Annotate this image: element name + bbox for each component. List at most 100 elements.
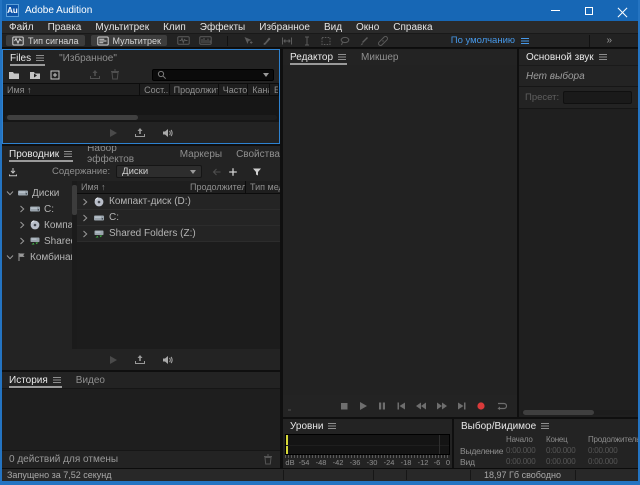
spot-healing-tool-icon[interactable] (378, 36, 388, 46)
paintbrush-tool-icon[interactable] (359, 36, 369, 46)
multitrack-view-button[interactable]: Мультитрек (91, 35, 167, 46)
editor-canvas[interactable] (283, 65, 517, 395)
panel-menu-icon[interactable] (337, 52, 347, 62)
chevron-down-icon[interactable] (6, 189, 14, 197)
panel-menu-icon[interactable] (52, 375, 62, 385)
insert-into-multitrack-icon[interactable] (89, 69, 101, 80)
tab-levels[interactable]: Уровни (290, 419, 337, 433)
panel-menu-icon[interactable] (598, 52, 608, 62)
tab-effects-rack[interactable]: Набор эффектов (87, 146, 166, 162)
menu-file[interactable]: Файл (2, 21, 41, 34)
minimize-button[interactable] (538, 0, 572, 21)
menu-edit[interactable]: Правка (41, 21, 89, 34)
files-hscrollbar[interactable] (5, 115, 277, 120)
panel-menu-icon[interactable] (327, 421, 337, 431)
menu-view[interactable]: Вид (317, 21, 349, 34)
chevron-right-icon[interactable] (18, 221, 26, 229)
tree-item-cd-drive[interactable]: Компакт-диск (D:) (2, 217, 72, 233)
clear-history-icon[interactable] (263, 454, 273, 465)
lasso-selection-tool-icon[interactable] (340, 36, 350, 46)
files-export-icon[interactable] (134, 127, 146, 138)
content-dropdown[interactable]: Диски (116, 165, 202, 178)
tree-vscrollbar-thumb[interactable] (72, 185, 77, 215)
column-samplerate[interactable]: Частота (219, 84, 249, 95)
back-arrow-icon[interactable] (212, 167, 222, 177)
fast-forward-button[interactable] (436, 401, 448, 411)
menu-multitrack[interactable]: Мультитрек (88, 21, 156, 34)
tab-essential-sound[interactable]: Основной звук (526, 49, 608, 65)
column-duration[interactable]: Продолжительн... (170, 84, 219, 95)
tab-selection-view[interactable]: Выбор/Видимое (461, 419, 550, 433)
marquee-selection-tool-icon[interactable] (321, 36, 331, 46)
search-input[interactable] (152, 69, 274, 81)
tab-favorites[interactable]: "Избранное" (59, 50, 117, 66)
record-button[interactable] (476, 401, 486, 411)
chevron-right-icon[interactable] (81, 198, 89, 206)
time-selection-tool-icon[interactable] (302, 36, 312, 46)
skip-to-end-button[interactable] (457, 401, 467, 411)
loop-playback-button[interactable] (495, 401, 507, 411)
tab-media-browser[interactable]: Проводник (9, 146, 73, 162)
column-name[interactable]: Имя ↑ (77, 181, 186, 193)
files-play-icon[interactable] (108, 128, 118, 138)
tree-item-c-drive[interactable]: C: (2, 201, 72, 217)
view-start-value[interactable]: 0:00.000 (506, 457, 546, 466)
tree-item-shortcuts[interactable]: Комбинация (2, 249, 72, 265)
essential-hscrollbar[interactable] (521, 410, 636, 415)
slip-tool-icon[interactable] (281, 36, 293, 46)
search-options-caret-icon[interactable] (263, 73, 269, 77)
tree-item-drives[interactable]: Диски (2, 185, 72, 201)
selection-start-value[interactable]: 0:00.000 (506, 446, 546, 455)
tree-vscrollbar[interactable] (72, 181, 77, 349)
stop-button[interactable] (339, 401, 349, 411)
open-file-icon[interactable] (8, 70, 20, 80)
tab-properties[interactable]: Свойства (236, 146, 280, 162)
chevron-right-icon[interactable] (18, 205, 26, 213)
menu-clip[interactable]: Клип (156, 21, 193, 34)
skip-to-start-button[interactable] (396, 401, 406, 411)
menu-favorites[interactable]: Избранное (252, 21, 317, 34)
view-end-value[interactable]: 0:00.000 (546, 457, 588, 466)
pause-button[interactable] (377, 401, 387, 411)
play-button[interactable] (358, 401, 368, 411)
waveform-display-icon[interactable] (177, 36, 190, 45)
move-tool-icon[interactable] (243, 36, 253, 46)
column-bitdepth[interactable]: Би (270, 84, 279, 95)
menu-window[interactable]: Окно (349, 21, 386, 34)
files-hscrollbar-thumb[interactable] (7, 115, 138, 120)
preset-dropdown[interactable] (563, 91, 632, 104)
tab-mixer[interactable]: Микшер (361, 49, 398, 65)
selection-duration-value[interactable]: 0:00.000 (588, 446, 638, 455)
panel-menu-icon[interactable] (63, 149, 73, 159)
panel-menu-icon[interactable] (540, 421, 550, 431)
view-duration-value[interactable]: 0:00.000 (588, 457, 638, 466)
chevron-right-icon[interactable] (81, 230, 89, 238)
chevron-right-icon[interactable] (81, 214, 89, 222)
tab-files[interactable]: Files (10, 50, 45, 66)
column-mediatype[interactable]: Тип мед (246, 181, 280, 193)
browser-play-icon[interactable] (108, 355, 118, 365)
list-item-cd-drive[interactable]: Компакт-диск (D:) (77, 194, 280, 210)
tab-editor[interactable]: Редактор (290, 49, 347, 65)
new-file-icon[interactable] (50, 70, 62, 80)
list-item-c-drive[interactable]: C: (77, 210, 280, 226)
selection-end-value[interactable]: 0:00.000 (546, 446, 588, 455)
tab-video[interactable]: Видео (76, 372, 105, 388)
tab-markers[interactable]: Маркеры (180, 146, 222, 162)
import-file-icon[interactable] (29, 70, 41, 80)
files-list[interactable] (3, 96, 279, 122)
column-name[interactable]: Имя ↑ (3, 84, 140, 95)
chevron-down-icon[interactable] (6, 253, 14, 261)
import-icon[interactable] (8, 167, 18, 177)
tab-history[interactable]: История (9, 372, 62, 388)
toolbar-overflow-button[interactable]: » (606, 35, 612, 46)
rewind-button[interactable] (415, 401, 427, 411)
razor-tool-icon[interactable] (262, 36, 272, 46)
workspace-selector[interactable]: По умолчанию (451, 35, 530, 46)
browser-autoplay-speaker-icon[interactable] (162, 355, 174, 365)
spectral-display-icon[interactable] (199, 36, 212, 45)
files-autoplay-speaker-icon[interactable] (162, 128, 174, 138)
list-item-shared-folders[interactable]: Shared Folders (Z:) (77, 226, 280, 242)
column-duration[interactable]: Продолжительн... (186, 181, 246, 193)
column-channels[interactable]: Каналы (248, 84, 270, 95)
